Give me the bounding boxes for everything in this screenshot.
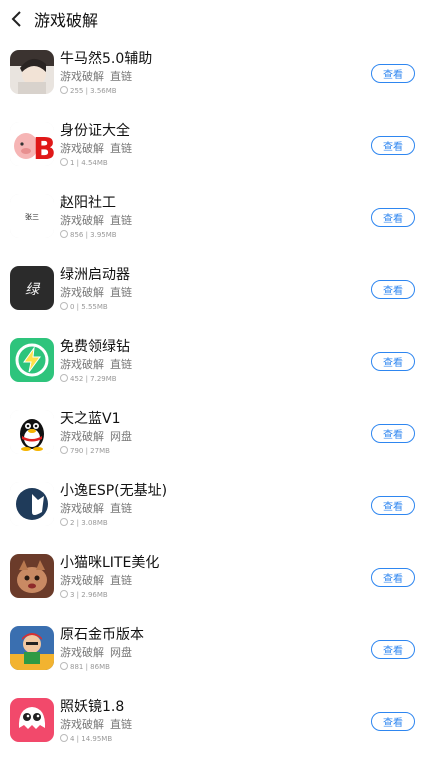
app-stats: 881 | 86MB bbox=[70, 663, 110, 671]
app-icon-calligraphy: 绿 bbox=[10, 266, 54, 310]
app-icon-pig: B bbox=[10, 122, 54, 166]
game-character-icon bbox=[10, 626, 54, 670]
list-item[interactable]: 小猫咪LITE美化 游戏破解 直链 3 | 2.96MB 查看 bbox=[0, 542, 425, 614]
link-type: 直链 bbox=[110, 502, 132, 515]
download-icon bbox=[60, 662, 68, 670]
app-name: 免费领绿钻 bbox=[60, 339, 130, 355]
back-arrow-icon[interactable] bbox=[6, 8, 28, 30]
view-button[interactable]: 查看 bbox=[371, 712, 415, 731]
calligraphy-logo: 绿 bbox=[25, 282, 41, 298]
app-category: 游戏破解 bbox=[60, 70, 104, 83]
list-item[interactable]: 照妖镜1.8 游戏破解 直链 4 | 14.95MB 查看 bbox=[0, 686, 425, 758]
app-stats: 1 | 4.54MB bbox=[70, 159, 108, 167]
app-list: 牛马然5.0辅助 游戏破解 直链 255 | 3.56MB 查看 B 身份证大全 … bbox=[0, 38, 425, 758]
app-name: 赵阳社工 bbox=[60, 195, 116, 211]
view-button[interactable]: 查看 bbox=[371, 280, 415, 299]
app-stats: 0 | 5.55MB bbox=[70, 303, 108, 311]
list-item[interactable]: B 身份证大全 游戏破解 直链 1 | 4.54MB 查看 bbox=[0, 110, 425, 182]
link-type: 网盘 bbox=[110, 430, 132, 443]
app-icon-text-logo: 张三 bbox=[10, 194, 54, 238]
view-button[interactable]: 查看 bbox=[371, 496, 415, 515]
list-item[interactable]: 原石金币版本 游戏破解 网盘 881 | 86MB 查看 bbox=[0, 614, 425, 686]
app-category: 游戏破解 bbox=[60, 214, 104, 227]
download-icon bbox=[60, 86, 68, 94]
view-button[interactable]: 查看 bbox=[371, 136, 415, 155]
ghost-face-icon bbox=[10, 698, 54, 742]
view-button[interactable]: 查看 bbox=[371, 64, 415, 83]
app-stats: 4 | 14.95MB bbox=[70, 735, 113, 743]
list-item[interactable]: 绿 绿洲启动器 游戏破解 直链 0 | 5.55MB 查看 bbox=[0, 254, 425, 326]
lightning-diamond-icon bbox=[10, 338, 54, 382]
view-button[interactable]: 查看 bbox=[371, 208, 415, 227]
app-category: 游戏破解 bbox=[60, 430, 104, 443]
top-bar: 游戏破解 bbox=[0, 0, 425, 38]
app-name: 绿洲启动器 bbox=[60, 267, 130, 283]
link-type: 直链 bbox=[110, 70, 132, 83]
link-type: 直链 bbox=[110, 286, 132, 299]
download-icon bbox=[60, 446, 68, 454]
app-category: 游戏破解 bbox=[60, 502, 104, 515]
download-icon bbox=[60, 374, 68, 382]
app-category: 游戏破解 bbox=[60, 358, 104, 371]
penguin-icon bbox=[10, 410, 54, 454]
view-button[interactable]: 查看 bbox=[371, 640, 415, 659]
app-stats: 790 | 27MB bbox=[70, 447, 110, 455]
app-name: 照妖镜1.8 bbox=[60, 699, 125, 715]
link-type: 直链 bbox=[110, 574, 132, 587]
pig-logo-letter: B bbox=[33, 132, 54, 166]
view-button[interactable]: 查看 bbox=[371, 352, 415, 371]
list-item[interactable]: 小逸ESP(无基址) 游戏破解 直链 2 | 3.08MB 查看 bbox=[0, 470, 425, 542]
app-name: 天之蓝V1 bbox=[60, 411, 121, 427]
download-icon bbox=[60, 734, 68, 742]
link-type: 直链 bbox=[110, 214, 132, 227]
app-stats: 3 | 2.96MB bbox=[70, 591, 108, 599]
app-category: 游戏破解 bbox=[60, 286, 104, 299]
app-category: 游戏破解 bbox=[60, 646, 104, 659]
app-stats: 856 | 3.95MB bbox=[70, 231, 117, 239]
link-type: 直链 bbox=[110, 142, 132, 155]
view-button[interactable]: 查看 bbox=[371, 424, 415, 443]
app-name: 身份证大全 bbox=[60, 123, 130, 139]
app-stats: 255 | 3.56MB bbox=[70, 87, 117, 95]
download-icon bbox=[60, 518, 68, 526]
app-icon-portrait bbox=[10, 50, 54, 94]
text-logo: 张三 bbox=[25, 212, 39, 221]
app-category: 游戏破解 bbox=[60, 142, 104, 155]
app-stats: 2 | 3.08MB bbox=[70, 519, 108, 527]
app-name: 原石金币版本 bbox=[60, 627, 144, 643]
view-button[interactable]: 查看 bbox=[371, 568, 415, 587]
app-name: 小猫咪LITE美化 bbox=[60, 555, 160, 571]
download-icon bbox=[60, 590, 68, 598]
list-item[interactable]: 免费领绿钻 游戏破解 直链 452 | 7.29MB 查看 bbox=[0, 326, 425, 398]
download-icon bbox=[60, 158, 68, 166]
cat-photo-icon bbox=[10, 554, 54, 598]
page-title: 游戏破解 bbox=[34, 11, 99, 30]
list-item[interactable]: 牛马然5.0辅助 游戏破解 直链 255 | 3.56MB 查看 bbox=[0, 38, 425, 110]
app-category: 游戏破解 bbox=[60, 574, 104, 587]
link-type: 直链 bbox=[110, 358, 132, 371]
link-type: 直链 bbox=[110, 718, 132, 731]
list-item[interactable]: 张三 赵阳社工 游戏破解 直链 856 | 3.95MB 查看 bbox=[0, 182, 425, 254]
app-category: 游戏破解 bbox=[60, 718, 104, 731]
app-stats: 452 | 7.29MB bbox=[70, 375, 117, 383]
download-icon bbox=[60, 230, 68, 238]
list-item[interactable]: 天之蓝V1 游戏破解 网盘 790 | 27MB 查看 bbox=[0, 398, 425, 470]
cat-silhouette-icon bbox=[10, 482, 54, 526]
app-name: 牛马然5.0辅助 bbox=[60, 51, 153, 67]
app-name: 小逸ESP(无基址) bbox=[60, 483, 168, 499]
download-icon bbox=[60, 302, 68, 310]
link-type: 网盘 bbox=[110, 646, 132, 659]
